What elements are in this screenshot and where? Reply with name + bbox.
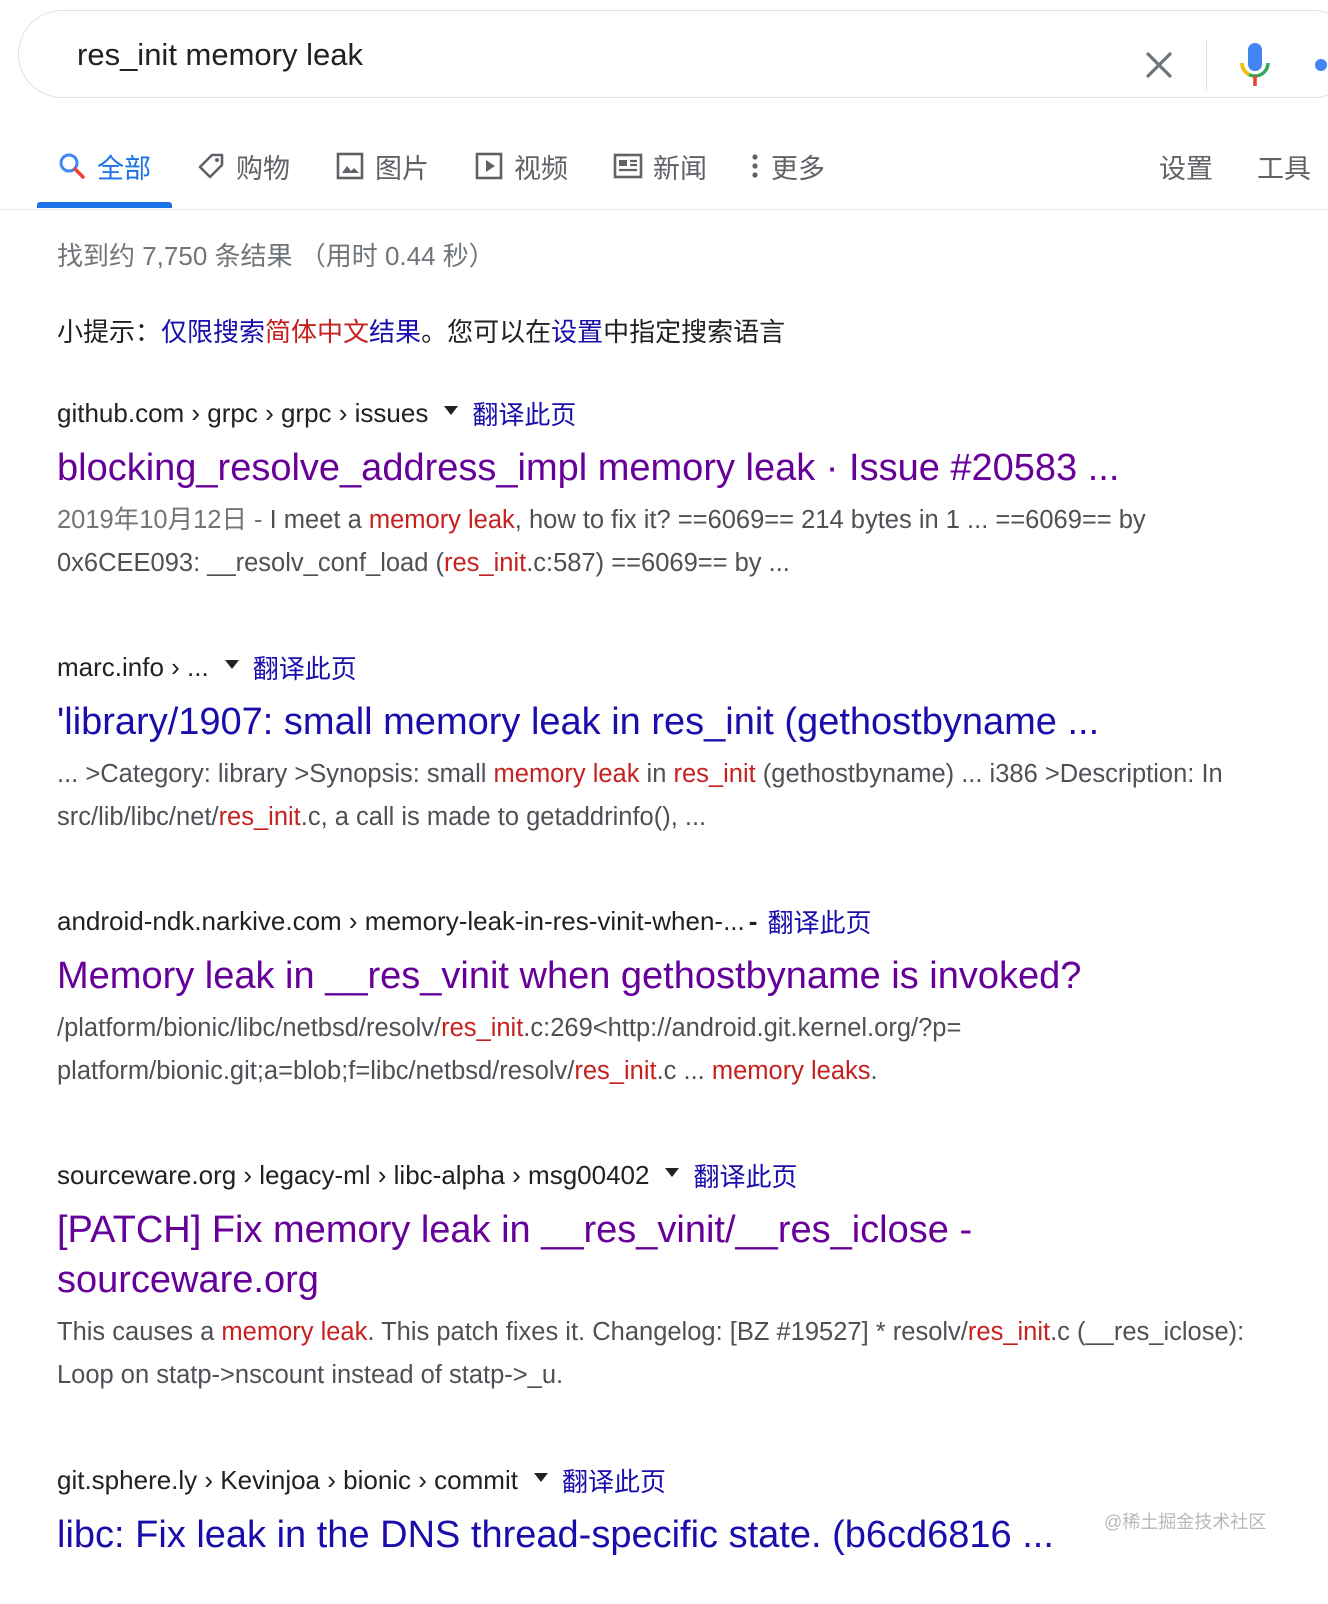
snippet-highlight: res_init <box>967 1318 1051 1346</box>
settings-link[interactable]: 设置 <box>1159 146 1213 186</box>
snippet-text: .c ... <box>656 1057 712 1085</box>
tabs-divider <box>0 209 1328 210</box>
dropdown-arrow-icon[interactable] <box>224 659 239 669</box>
tab-all[interactable]: 全部 <box>57 146 151 186</box>
language-tip: 小提示：仅限搜索简体中文结果。您可以在设置中指定搜索语言 <box>57 317 786 347</box>
tab-label: 购物 <box>236 153 290 184</box>
tab-videos[interactable]: 视频 <box>474 146 568 186</box>
snippet-highlight: res_init <box>574 1057 657 1085</box>
search-box <box>18 10 1328 98</box>
tab-label: 视频 <box>514 153 568 184</box>
snippet-highlight: memory leak <box>493 760 640 788</box>
tip-prefix: 小提示： <box>57 317 162 347</box>
result-cite: marc.info › ... 翻译此页 <box>57 647 1277 687</box>
result-cite: android-ndk.narkive.com › memory-leak-in… <box>57 901 1277 941</box>
tag-icon <box>198 153 224 179</box>
snippet-text: . <box>870 1057 878 1085</box>
snippet-text: This causes a <box>57 1318 222 1346</box>
snippet-text: in <box>639 760 674 788</box>
tab-images[interactable]: 图片 <box>335 146 429 186</box>
snippet-text: ... >Category: library >Synopsis: small <box>57 760 494 788</box>
result-title[interactable]: Memory leak in __res_vinit when gethostb… <box>57 951 1277 1001</box>
translate-link[interactable]: 翻译此页 <box>472 395 576 432</box>
result-snippet: 2019年10月12日 - I meet a memory leak, how … <box>57 499 1277 585</box>
search-tabs: 全部 购物 图片 视频 新闻 更多 设置 工具 <box>0 120 1328 210</box>
translate-link[interactable]: 翻译此页 <box>767 903 871 940</box>
video-icon <box>475 152 503 180</box>
snippet-highlight: res_init <box>673 760 756 788</box>
translate-link[interactable]: 翻译此页 <box>693 1157 797 1194</box>
result-stats: 找到约 7,750 条结果 （用时 0.44 秒） <box>57 241 495 271</box>
more-vert-icon <box>752 154 758 178</box>
snippet-highlight: memory leak <box>368 506 515 534</box>
snippet-highlight: res_init <box>444 549 527 577</box>
tools-link[interactable]: 工具 <box>1257 146 1311 186</box>
translate-link[interactable]: 翻译此页 <box>253 649 357 686</box>
tab-more[interactable]: 更多 <box>745 146 825 186</box>
result-snippet: ... >Category: library >Synopsis: small … <box>57 753 1277 839</box>
tab-news[interactable]: 新闻 <box>613 146 707 186</box>
watermark: @稀土掘金技术社区 <box>1104 1512 1267 1532</box>
snippet-text: . This patch fixes it. Changelog: [BZ #1… <box>367 1318 968 1346</box>
snippet-highlight: memory leak <box>221 1318 368 1346</box>
dropdown-arrow-icon[interactable] <box>665 1167 680 1177</box>
search-input[interactable] <box>77 35 1077 75</box>
snippet-text: .c:587) ==6069== by ... <box>526 549 790 577</box>
tab-label: 全部 <box>97 153 151 184</box>
dropdown-arrow-icon[interactable] <box>533 1472 548 1482</box>
snippet-text: .c, a call is made to getaddrinfo(), ... <box>300 803 707 831</box>
snippet-highlight: res_init <box>218 803 301 831</box>
result-snippet: This causes a memory leak. This patch fi… <box>57 1311 1277 1397</box>
search-icon <box>59 153 85 179</box>
microphone-icon[interactable] <box>1237 41 1273 91</box>
translate-link[interactable]: 翻译此页 <box>562 1462 666 1499</box>
result-title[interactable]: blocking_resolve_address_impl memory lea… <box>57 443 1277 493</box>
active-tab-indicator <box>37 202 172 208</box>
snippet-highlight: memory leaks <box>711 1057 871 1085</box>
snippet-date: 2019年10月12日 - <box>57 506 270 534</box>
result-title[interactable]: libc: Fix leak in the DNS thread-specifi… <box>57 1510 1277 1560</box>
snippet-highlight: res_init <box>441 1014 524 1042</box>
snippet-text: /platform/bionic/libc/netbsd/resolv/ <box>57 1014 442 1042</box>
search-result: sourceware.org › legacy-ml › libc-alpha … <box>57 1155 1277 1397</box>
search-result: marc.info › ... 翻译此页 'library/1907: smal… <box>57 647 1277 839</box>
dropdown-arrow-icon[interactable] <box>444 405 459 415</box>
image-icon <box>336 152 364 180</box>
tip-restrict-link[interactable]: 仅限搜索简体中文结果 <box>161 317 421 347</box>
tab-label: 图片 <box>375 153 429 184</box>
search-box-divider <box>1206 39 1207 91</box>
tab-label: 更多 <box>771 153 825 184</box>
close-icon[interactable] <box>1143 49 1175 81</box>
result-cite: github.com › grpc › grpc › issues 翻译此页 <box>57 393 1277 433</box>
google-lens-icon[interactable] <box>1307 47 1328 87</box>
cite-separator: - <box>748 905 758 936</box>
result-snippet: /platform/bionic/libc/netbsd/resolv/res_… <box>57 1007 1277 1093</box>
tab-shopping[interactable]: 购物 <box>196 146 290 186</box>
snippet-text: I meet a <box>269 506 369 534</box>
search-result: github.com › grpc › grpc › issues 翻译此页 b… <box>57 393 1277 585</box>
result-cite: git.sphere.ly › Kevinjoa › bionic › comm… <box>57 1460 1277 1500</box>
tab-label: 新闻 <box>653 153 707 184</box>
news-icon <box>613 153 643 179</box>
tip-settings-link[interactable]: 设置 <box>551 317 603 347</box>
result-cite: sourceware.org › legacy-ml › libc-alpha … <box>57 1155 1277 1195</box>
search-result: git.sphere.ly › Kevinjoa › bionic › comm… <box>57 1460 1277 1560</box>
result-title[interactable]: [PATCH] Fix memory leak in __res_vinit/_… <box>57 1205 1037 1305</box>
result-title[interactable]: 'library/1907: small memory leak in res_… <box>57 697 1277 747</box>
search-result: android-ndk.narkive.com › memory-leak-in… <box>57 901 1277 1093</box>
